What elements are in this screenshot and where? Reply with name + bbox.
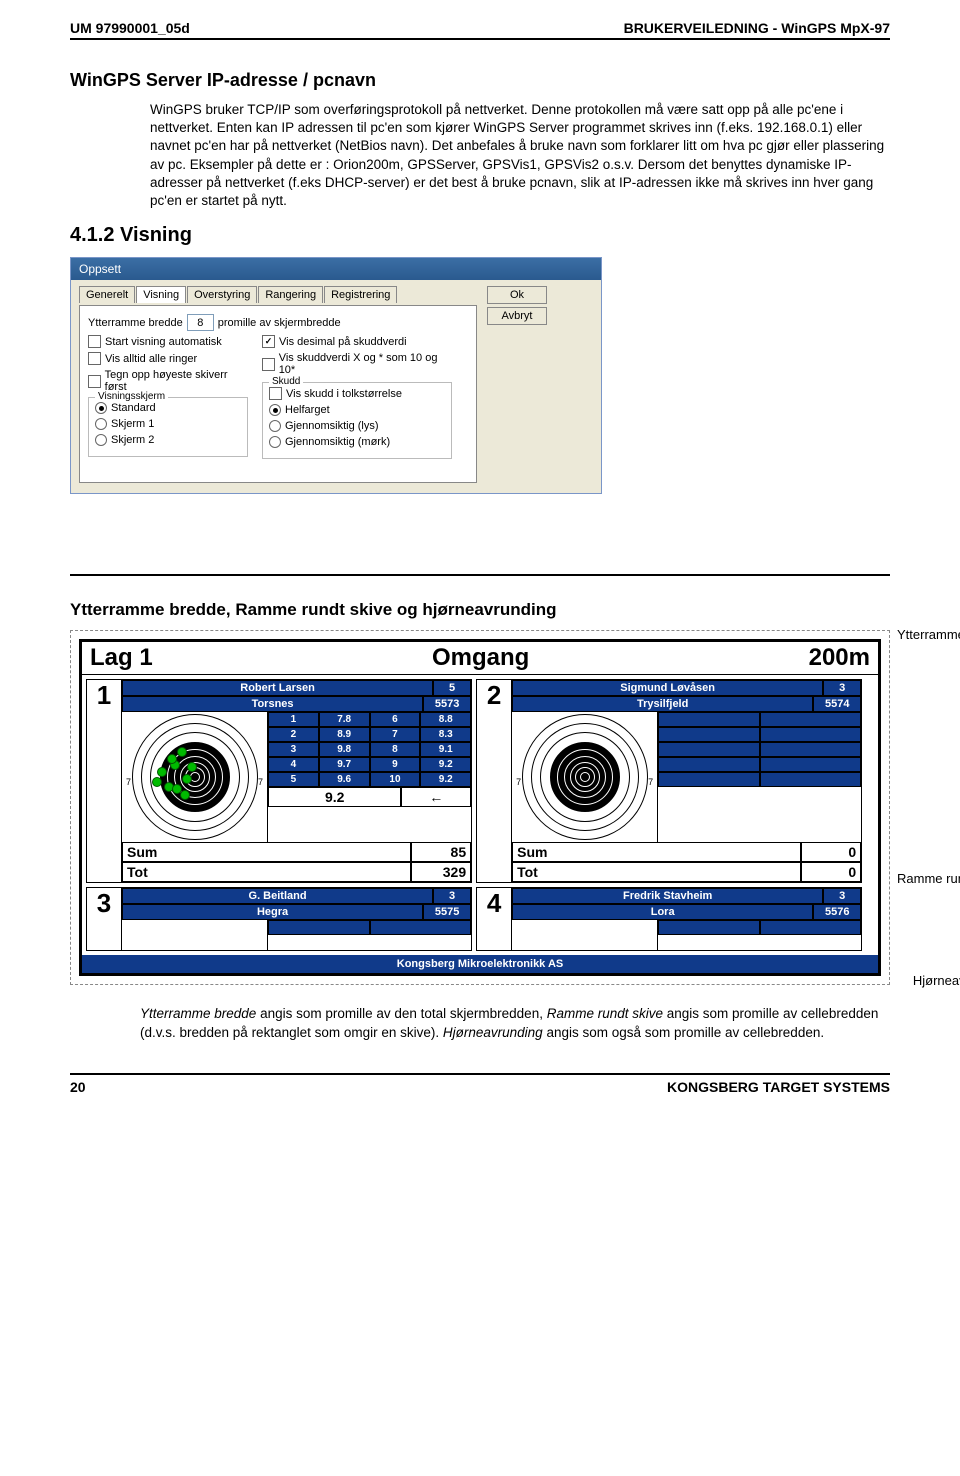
doc-title: BRUKERVEILEDNING - WinGPS MpX-97 [624, 20, 890, 36]
sc-dist: 200m [809, 644, 870, 672]
tab-rangering[interactable]: Rangering [258, 286, 323, 303]
rb-skjerm1[interactable] [95, 418, 107, 430]
tab-overstyring[interactable]: Overstyring [187, 286, 257, 303]
page-footer: 20 KONGSBERG TARGET SYSTEMS [70, 1073, 890, 1095]
shooter-name: Sigmund Løvåsen [512, 680, 823, 696]
body-paragraph-2: Ytterramme bredde angis som promille av … [140, 1005, 890, 1043]
callout-ramme: Ramme rundt skive [897, 871, 960, 886]
subsection-heading: 4.1.2 Visning [70, 224, 890, 247]
shooter-name: Robert Larsen [122, 680, 433, 696]
section-heading: WinGPS Server IP-adresse / pcnavn [70, 70, 890, 91]
ytterramme-input[interactable]: 8 [187, 314, 214, 331]
tab-visning[interactable]: Visning [136, 286, 186, 303]
cancel-button[interactable]: Avbryt [487, 307, 547, 325]
shooter-name: G. Beitland [122, 888, 433, 904]
lane-cell: 2Sigmund Løvåsen3Trysilfjeld557477 Sum0T… [476, 679, 862, 883]
tab-registrering[interactable]: Registrering [324, 286, 397, 303]
lane-cell: 3G. Beitland3Hegra5575 [86, 887, 472, 951]
ytterramme-label: Ytterramme bredde [88, 317, 183, 329]
tab-generelt[interactable]: Generelt [79, 286, 135, 303]
lane-cell: 1Robert Larsen5Torsnes55737717.868.828.9… [86, 679, 472, 883]
cb-alleringer[interactable] [88, 352, 101, 365]
scoreboard: Lag 1 Omgang 200m 1Robert Larsen5Torsnes… [79, 639, 881, 976]
footer-right: KONGSBERG TARGET SYSTEMS [667, 1079, 890, 1095]
lane-cell: 4Fredrik Stavheim3Lora5576 [476, 887, 862, 951]
grp-skudd: Skudd [269, 376, 303, 387]
grp-visningsskjerm: Visningsskjerm [95, 391, 168, 402]
rb-helfarget[interactable] [269, 404, 281, 416]
sc-footer: Kongsberg Mikroelektronikk AS [82, 955, 878, 973]
sc-omgang: Omgang [432, 644, 529, 672]
cb-startvisning[interactable] [88, 335, 101, 348]
club-name: Torsnes [122, 696, 423, 712]
page-number: 20 [70, 1079, 86, 1095]
ytterramme-suffix: promille av skjermbredde [218, 317, 341, 329]
page-header: UM 97990001_05d BRUKERVEILEDNING - WinGP… [70, 20, 890, 40]
lane-number: 1 [87, 680, 122, 882]
oppsett-dialog: Oppsett Generelt Visning Overstyring Ran… [70, 257, 602, 494]
lane-number: 2 [477, 680, 512, 882]
rb-standard[interactable] [95, 402, 107, 414]
dialog-tabs: Generelt Visning Overstyring Rangering R… [79, 286, 477, 303]
dialog-title: Oppsett [71, 258, 601, 280]
cb-tolkstr[interactable] [269, 387, 282, 400]
cb-hoyeste[interactable] [88, 375, 101, 388]
club-name: Trysilfjeld [512, 696, 813, 712]
callout-hjorne: Hjørneavrunding [913, 973, 960, 988]
doc-id: UM 97990001_05d [70, 20, 190, 36]
cb-skuddverdiX[interactable] [262, 358, 275, 371]
ok-button[interactable]: Ok [487, 286, 547, 304]
rb-gjmork[interactable] [269, 436, 281, 448]
lane-number: 3 [87, 888, 122, 950]
callout-ytterramme: Ytterramme bredde [897, 627, 960, 642]
lane-number: 4 [477, 888, 512, 950]
section-heading-2: Ytterramme bredde, Ramme rundt skive og … [70, 600, 890, 620]
body-paragraph: WinGPS bruker TCP/IP som overføringsprot… [150, 101, 890, 210]
club-name: Lora [512, 904, 813, 920]
sc-lag: Lag 1 [90, 644, 153, 672]
rb-gjlys[interactable] [269, 420, 281, 432]
shooter-name: Fredrik Stavheim [512, 888, 823, 904]
rb-skjerm2[interactable] [95, 434, 107, 446]
club-name: Hegra [122, 904, 423, 920]
cb-desimal[interactable]: ✓ [262, 335, 275, 348]
